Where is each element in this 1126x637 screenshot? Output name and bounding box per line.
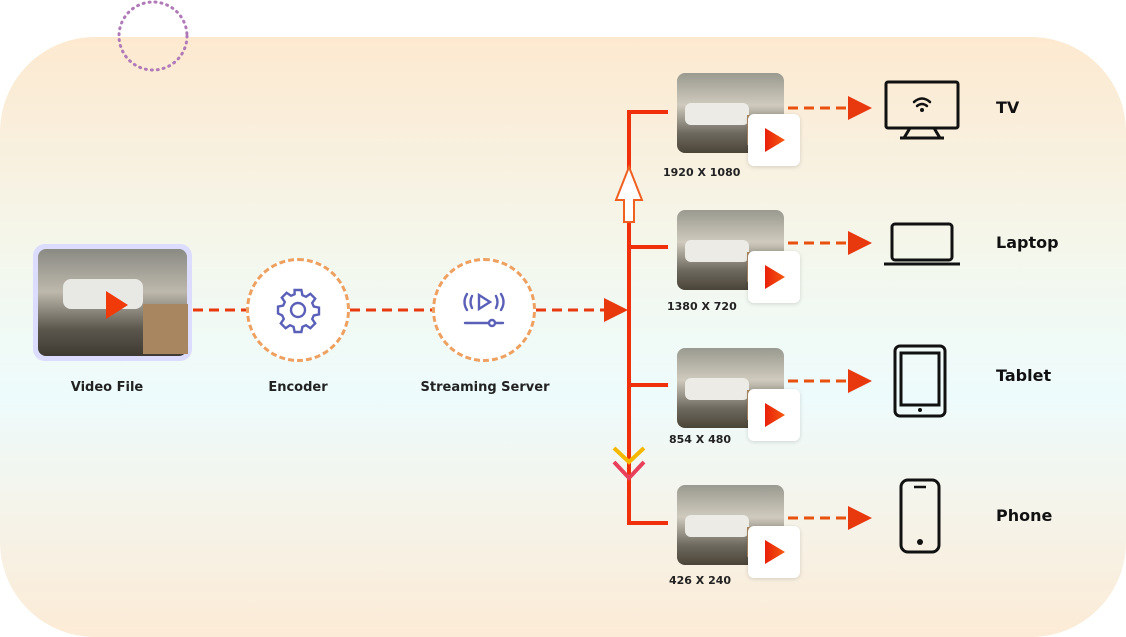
tv-icon [884,80,960,144]
device-label: Phone [996,506,1053,525]
play-button[interactable] [748,389,800,441]
device-label: TV [996,98,1020,117]
play-button[interactable] [748,114,800,166]
play-icon [765,128,785,152]
device-label: Tablet [996,366,1052,385]
streaming-icon [463,292,505,328]
encoder-label: Encoder [268,380,328,395]
streaming-server-label: Streaming Server [420,380,550,395]
phone-icon [898,478,942,558]
play-icon [765,540,785,564]
gear-icon [276,288,321,334]
video-file-thumbnail [33,244,192,361]
streaming-server-node [432,258,536,362]
play-button[interactable] [748,251,800,303]
device-label: Laptop [996,233,1059,252]
encoder-node [246,258,350,362]
laptop-icon [884,220,960,274]
resolution-label: 854 X 480 [669,433,732,446]
tablet-icon [892,344,948,422]
resolution-label: 1380 X 720 [667,300,737,313]
resolution-label: 426 X 240 [669,574,732,587]
play-button[interactable] [748,526,800,578]
play-icon [765,403,785,427]
video-file-label: Video File [70,380,144,395]
play-icon [106,291,128,319]
resolution-label: 1920 X 1080 [663,166,741,179]
play-icon [765,265,785,289]
